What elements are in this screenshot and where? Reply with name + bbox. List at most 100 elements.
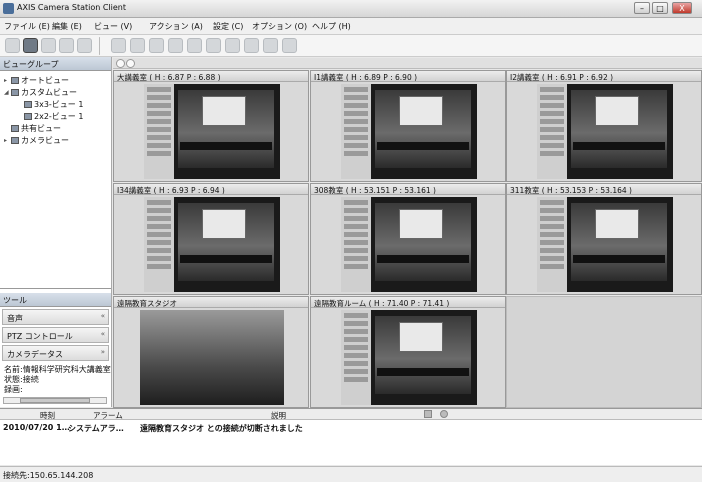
tree-item-shared-view[interactable]: 共有ビュー bbox=[11, 123, 61, 134]
chevron-down-icon: « bbox=[100, 312, 105, 320]
ptz-icon[interactable] bbox=[225, 38, 240, 53]
zoom-icon[interactable] bbox=[206, 38, 221, 53]
camera-tile[interactable]: 遠隔教育ルーム ( H : 71.40 P : 71.41 ) bbox=[310, 296, 506, 408]
record-icon[interactable] bbox=[244, 38, 259, 53]
camera-feed[interactable] bbox=[341, 310, 477, 405]
column-alarm[interactable]: アラーム bbox=[93, 410, 123, 421]
tree-item-3x3-view[interactable]: 3x3-ビュー 1 bbox=[24, 99, 83, 110]
camera-title: I34講義室 ( H : 6.93 P : 6.94 ) bbox=[114, 184, 308, 195]
draw-icon[interactable] bbox=[187, 38, 202, 53]
menu-settings[interactable]: 設定 (C) bbox=[213, 21, 243, 32]
camera-tile[interactable]: 311教室 ( H : 53.153 P : 53.164 ) bbox=[506, 183, 702, 295]
tool-ptz-control[interactable]: PTZ コントロール « bbox=[2, 327, 109, 343]
menu-view[interactable]: ビュー (V) bbox=[94, 21, 132, 32]
tools-header: ツール bbox=[0, 293, 111, 307]
chevron-up-icon: » bbox=[100, 348, 105, 356]
view-icon bbox=[11, 137, 19, 144]
empty-camera-slot[interactable] bbox=[506, 296, 702, 408]
stop-icon[interactable] bbox=[282, 38, 297, 53]
search-icon[interactable] bbox=[41, 38, 56, 53]
view-tab-strip bbox=[113, 58, 702, 69]
camera-title: 311教室 ( H : 53.153 P : 53.164 ) bbox=[507, 184, 701, 195]
expand-arrow-icon[interactable]: ▸ bbox=[4, 137, 9, 144]
camera-feed[interactable] bbox=[341, 197, 477, 292]
menu-file[interactable]: ファイル (E) bbox=[4, 21, 50, 32]
camera-icon[interactable] bbox=[130, 38, 145, 53]
config-icon[interactable] bbox=[77, 38, 92, 53]
pencil-icon[interactable] bbox=[168, 38, 183, 53]
toolbar-separator bbox=[99, 37, 100, 55]
clear-icon[interactable] bbox=[440, 410, 448, 418]
camera-name: 名前:情報科学研究科大講義室 bbox=[4, 365, 111, 374]
minimize-button[interactable]: – bbox=[634, 2, 650, 14]
tool-camera-data[interactable]: カメラデータス » bbox=[2, 345, 109, 361]
log-header: 時刻 アラーム 説明 bbox=[0, 409, 702, 420]
view-icon bbox=[11, 77, 19, 84]
app-icon bbox=[3, 3, 14, 14]
camera-title: I1講義室 ( H : 6.89 P : 6.90 ) bbox=[311, 71, 505, 82]
view-icon bbox=[11, 125, 19, 132]
refresh-icon[interactable] bbox=[263, 38, 278, 53]
left-panel: ビューグループ ▸ オートビュー ◢ カスタムビュー 3x3-ビュー 1 2x2… bbox=[0, 57, 112, 407]
tree-item-custom-view[interactable]: ◢ カスタムビュー bbox=[4, 87, 77, 98]
camera-feed[interactable] bbox=[341, 84, 477, 179]
column-description[interactable]: 説明 bbox=[271, 410, 286, 421]
playback-icon[interactable] bbox=[23, 38, 38, 53]
camera-feed[interactable] bbox=[144, 84, 280, 179]
view-group-header: ビューグループ bbox=[0, 57, 111, 71]
log-alarm: システムアラ… bbox=[68, 424, 124, 433]
camera-tile[interactable]: I2講義室 ( H : 6.91 P : 6.92 ) bbox=[506, 70, 702, 182]
column-time[interactable]: 時刻 bbox=[40, 410, 55, 421]
menu-options[interactable]: オプション (O) bbox=[252, 21, 307, 32]
camera-feed[interactable] bbox=[537, 84, 673, 179]
toolbar bbox=[0, 35, 702, 57]
camera-feed[interactable] bbox=[140, 310, 284, 405]
back-icon[interactable] bbox=[116, 59, 125, 68]
close-button[interactable]: X bbox=[672, 2, 692, 14]
layout-icon[interactable] bbox=[111, 38, 126, 53]
menu-action[interactable]: アクション (A) bbox=[149, 21, 203, 32]
camera-title: 遠隔教育スタジオ bbox=[114, 297, 308, 308]
log-description: 遠隔教育スタジオ との接続が切断されました bbox=[140, 424, 303, 433]
camera-title: 大講義室 ( H : 6.87 P : 6.88 ) bbox=[114, 71, 308, 82]
window-title: AXIS Camera Station Client bbox=[17, 3, 127, 12]
live-view-icon[interactable] bbox=[5, 38, 20, 53]
menu-edit[interactable]: 編集 (E) bbox=[52, 21, 82, 32]
menu-bar: ファイル (E) 編集 (E) ビュー (V) アクション (A) 設定 (C)… bbox=[0, 18, 702, 35]
camera-title: 遠隔教育ルーム ( H : 71.40 P : 71.41 ) bbox=[311, 297, 505, 308]
forward-icon[interactable] bbox=[126, 59, 135, 68]
tool-audio[interactable]: 音声 « bbox=[2, 309, 109, 325]
export-icon[interactable] bbox=[59, 38, 74, 53]
tree-item-auto-view[interactable]: ▸ オートビュー bbox=[4, 75, 69, 86]
layout-grid-icon bbox=[24, 113, 32, 120]
log-row[interactable]: 2010/07/20 1… システムアラ… 遠隔教育スタジオ との接続が切断され… bbox=[0, 422, 690, 434]
collapse-arrow-icon[interactable]: ◢ bbox=[4, 89, 9, 96]
camera-recording: 録画: bbox=[4, 385, 23, 394]
log-time: 2010/07/20 1… bbox=[3, 423, 70, 432]
horizontal-scrollbar[interactable] bbox=[3, 397, 107, 404]
alarm-log: 時刻 アラーム 説明 2010/07/20 1… システムアラ… 遠隔教育スタジ… bbox=[0, 408, 702, 465]
camera-tile[interactable]: 大講義室 ( H : 6.87 P : 6.88 ) bbox=[113, 70, 309, 182]
camera-feed[interactable] bbox=[537, 197, 673, 292]
camera-tile[interactable]: I34講義室 ( H : 6.93 P : 6.94 ) bbox=[113, 183, 309, 295]
menu-help[interactable]: ヘルプ (H) bbox=[312, 21, 351, 32]
filter-icon[interactable] bbox=[424, 410, 432, 418]
maximize-button[interactable]: □ bbox=[652, 2, 668, 14]
camera-tile[interactable]: 308教室 ( H : 53.151 P : 53.161 ) bbox=[310, 183, 506, 295]
camera-title: 308教室 ( H : 53.151 P : 53.161 ) bbox=[311, 184, 505, 195]
status-bar: 接続先:150.65.144.208 bbox=[0, 466, 702, 482]
camera-tile[interactable]: I1講義室 ( H : 6.89 P : 6.90 ) bbox=[310, 70, 506, 182]
camera-status: 状態:接続 bbox=[4, 375, 39, 384]
title-bar: AXIS Camera Station Client – □ X bbox=[0, 0, 702, 18]
snapshot-icon[interactable] bbox=[149, 38, 164, 53]
expand-arrow-icon[interactable]: ▸ bbox=[4, 77, 9, 84]
view-tree: ▸ オートビュー ◢ カスタムビュー 3x3-ビュー 1 2x2-ビュー 1 共… bbox=[0, 71, 111, 289]
layout-grid-icon bbox=[24, 101, 32, 108]
camera-tile[interactable]: 遠隔教育スタジオ bbox=[113, 296, 309, 408]
scrollbar-thumb[interactable] bbox=[20, 398, 90, 403]
view-icon bbox=[11, 89, 19, 96]
camera-feed[interactable] bbox=[144, 197, 280, 292]
tree-item-camera-view[interactable]: ▸ カメラビュー bbox=[4, 135, 69, 146]
tree-item-2x2-view[interactable]: 2x2-ビュー 1 bbox=[24, 111, 83, 122]
chevron-down-icon: « bbox=[100, 330, 105, 338]
